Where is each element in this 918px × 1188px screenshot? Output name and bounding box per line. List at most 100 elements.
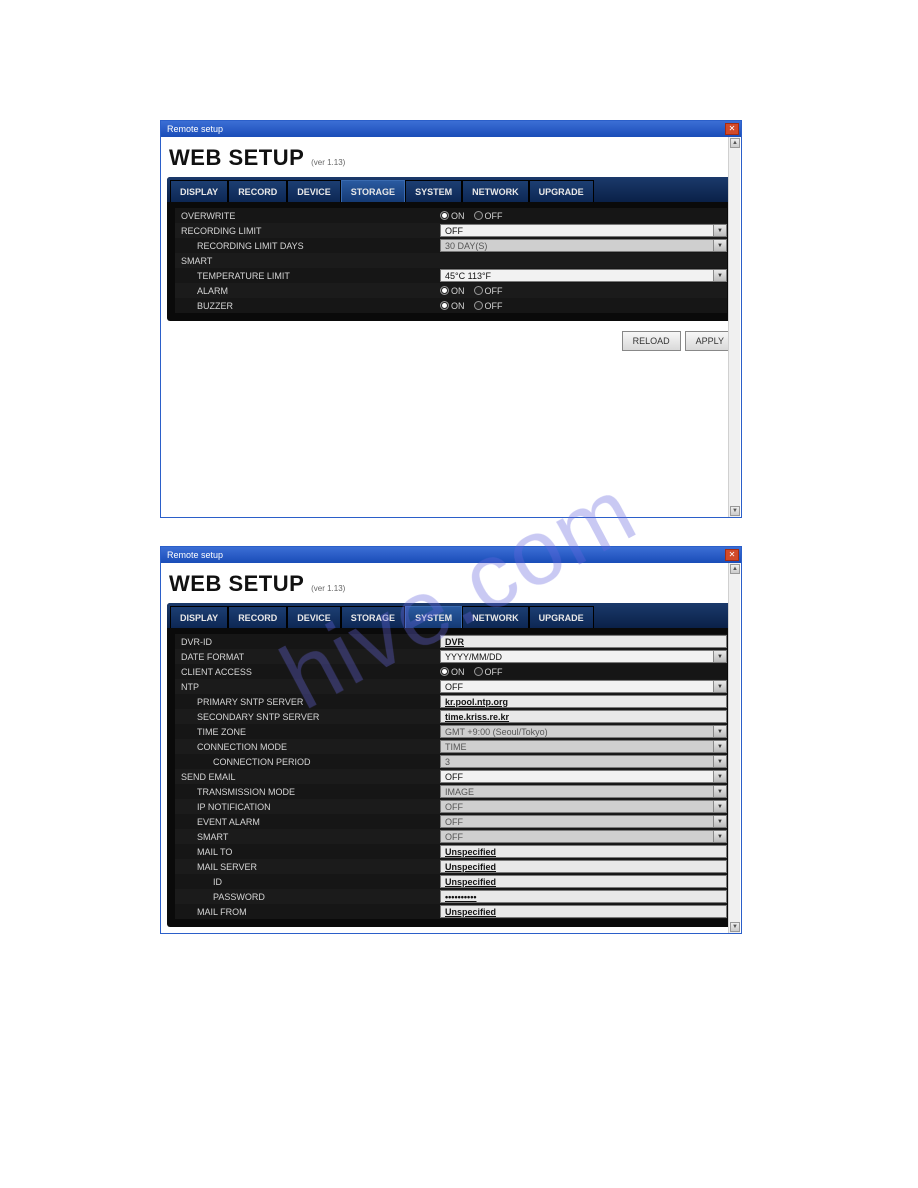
label-mail-from: MAIL FROM [175,907,440,917]
tabs-bar: DISPLAY RECORD DEVICE STORAGE SYSTEM NET… [167,177,735,202]
titlebar-title: Remote setup [163,124,223,134]
label-temperature-limit: TEMPERATURE LIMIT [175,271,440,281]
scrollbar[interactable]: ▲ ▼ [728,563,740,933]
tab-device[interactable]: DEVICE [287,606,341,628]
tab-display[interactable]: DISPLAY [170,606,228,628]
label-alarm: ALARM [175,286,440,296]
scroll-down-icon[interactable]: ▼ [730,506,740,516]
scroll-up-icon[interactable]: ▲ [730,138,740,148]
overwrite-off-radio[interactable]: OFF [474,211,503,221]
page-title: WEB SETUP [169,571,304,597]
remote-setup-window-storage: Remote setup ✕ ▲ ▼ WEB SETUP (ver 1.13) … [160,120,742,518]
primary-sntp-field[interactable]: kr.pool.ntp.org [440,695,727,708]
chevron-down-icon: ▼ [713,831,726,842]
connection-period-select[interactable]: 3▼ [440,755,727,768]
chevron-down-icon: ▼ [713,786,726,797]
tab-network[interactable]: NETWORK [462,606,529,628]
chevron-down-icon: ▼ [713,756,726,767]
label-time-zone: TIME ZONE [175,727,440,737]
recording-limit-days-select[interactable]: 30 DAY(S)▼ [440,239,727,252]
scrollbar[interactable]: ▲ ▼ [728,137,740,517]
chevron-down-icon: ▼ [713,240,726,251]
ip-notification-select[interactable]: OFF▼ [440,800,727,813]
label-connection-mode: CONNECTION MODE [175,742,440,752]
tab-upgrade[interactable]: UPGRADE [529,180,594,202]
settings-panel: DISPLAY RECORD DEVICE STORAGE SYSTEM NET… [167,177,735,321]
chevron-down-icon: ▼ [713,681,726,692]
time-zone-select[interactable]: GMT +9:00 (Seoul/Tokyo)▼ [440,725,727,738]
version-label: (ver 1.13) [311,158,345,167]
tab-system[interactable]: SYSTEM [405,606,462,628]
overwrite-on-radio[interactable]: ON [440,211,465,221]
recording-limit-select[interactable]: OFF▼ [440,224,727,237]
chevron-down-icon: ▼ [713,816,726,827]
reload-button[interactable]: RELOAD [622,331,681,351]
label-client-access: CLIENT ACCESS [175,667,440,677]
alarm-on-radio[interactable]: ON [440,286,465,296]
id-field[interactable]: Unspecified [440,875,727,888]
tab-network[interactable]: NETWORK [462,180,529,202]
client-access-off-radio[interactable]: OFF [474,667,503,677]
temperature-limit-select[interactable]: 45°C 113°F▼ [440,269,727,282]
label-date-format: DATE FORMAT [175,652,440,662]
titlebar[interactable]: Remote setup ✕ [161,547,741,563]
tab-record[interactable]: RECORD [228,180,287,202]
remote-setup-window-system: Remote setup ✕ ▲ ▼ WEB SETUP (ver 1.13) … [160,546,742,934]
label-mail-server: MAIL SERVER [175,862,440,872]
version-label: (ver 1.13) [311,584,345,593]
label-secondary-sntp: SECONDARY SNTP SERVER [175,712,440,722]
buzzer-off-radio[interactable]: OFF [474,301,503,311]
titlebar-title: Remote setup [163,550,223,560]
label-smart-mail: SMART [175,832,440,842]
label-password: PASSWORD [175,892,440,902]
secondary-sntp-field[interactable]: time.kriss.re.kr [440,710,727,723]
transmission-mode-select[interactable]: IMAGE▼ [440,785,727,798]
chevron-down-icon: ▼ [713,270,726,281]
chevron-down-icon: ▼ [713,741,726,752]
settings-panel: DISPLAY RECORD DEVICE STORAGE SYSTEM NET… [167,603,735,927]
close-icon[interactable]: ✕ [725,123,739,135]
tab-display[interactable]: DISPLAY [170,180,228,202]
label-primary-sntp: PRIMARY SNTP SERVER [175,697,440,707]
mail-to-field[interactable]: Unspecified [440,845,727,858]
tab-storage[interactable]: STORAGE [341,606,405,628]
label-smart: SMART [175,256,440,266]
mail-server-field[interactable]: Unspecified [440,860,727,873]
tab-storage[interactable]: STORAGE [341,180,405,202]
label-id: ID [175,877,440,887]
label-event-alarm: EVENT ALARM [175,817,440,827]
label-overwrite: OVERWRITE [175,211,440,221]
alarm-off-radio[interactable]: OFF [474,286,503,296]
connection-mode-select[interactable]: TIME▼ [440,740,727,753]
event-alarm-select[interactable]: OFF▼ [440,815,727,828]
password-field[interactable]: •••••••••• [440,890,727,903]
scroll-down-icon[interactable]: ▼ [730,922,740,932]
chevron-down-icon: ▼ [713,726,726,737]
tab-upgrade[interactable]: UPGRADE [529,606,594,628]
label-ip-notification: IP NOTIFICATION [175,802,440,812]
ntp-select[interactable]: OFF▼ [440,680,727,693]
chevron-down-icon: ▼ [713,801,726,812]
label-mail-to: MAIL TO [175,847,440,857]
label-recording-limit-days: RECORDING LIMIT DAYS [175,241,440,251]
dvr-id-field[interactable]: DVR [440,635,727,648]
label-dvr-id: DVR-ID [175,637,440,647]
label-buzzer: BUZZER [175,301,440,311]
chevron-down-icon: ▼ [713,225,726,236]
tabs-bar: DISPLAY RECORD DEVICE STORAGE SYSTEM NET… [167,603,735,628]
tab-system[interactable]: SYSTEM [405,180,462,202]
scroll-up-icon[interactable]: ▲ [730,564,740,574]
chevron-down-icon: ▼ [713,651,726,662]
tab-device[interactable]: DEVICE [287,180,341,202]
titlebar[interactable]: Remote setup ✕ [161,121,741,137]
tab-record[interactable]: RECORD [228,606,287,628]
label-connection-period: CONNECTION PERIOD [175,757,440,767]
close-icon[interactable]: ✕ [725,549,739,561]
label-ntp: NTP [175,682,440,692]
send-email-select[interactable]: OFF▼ [440,770,727,783]
smart-mail-select[interactable]: OFF▼ [440,830,727,843]
mail-from-field[interactable]: Unspecified [440,905,727,918]
client-access-on-radio[interactable]: ON [440,667,465,677]
date-format-select[interactable]: YYYY/MM/DD▼ [440,650,727,663]
buzzer-on-radio[interactable]: ON [440,301,465,311]
